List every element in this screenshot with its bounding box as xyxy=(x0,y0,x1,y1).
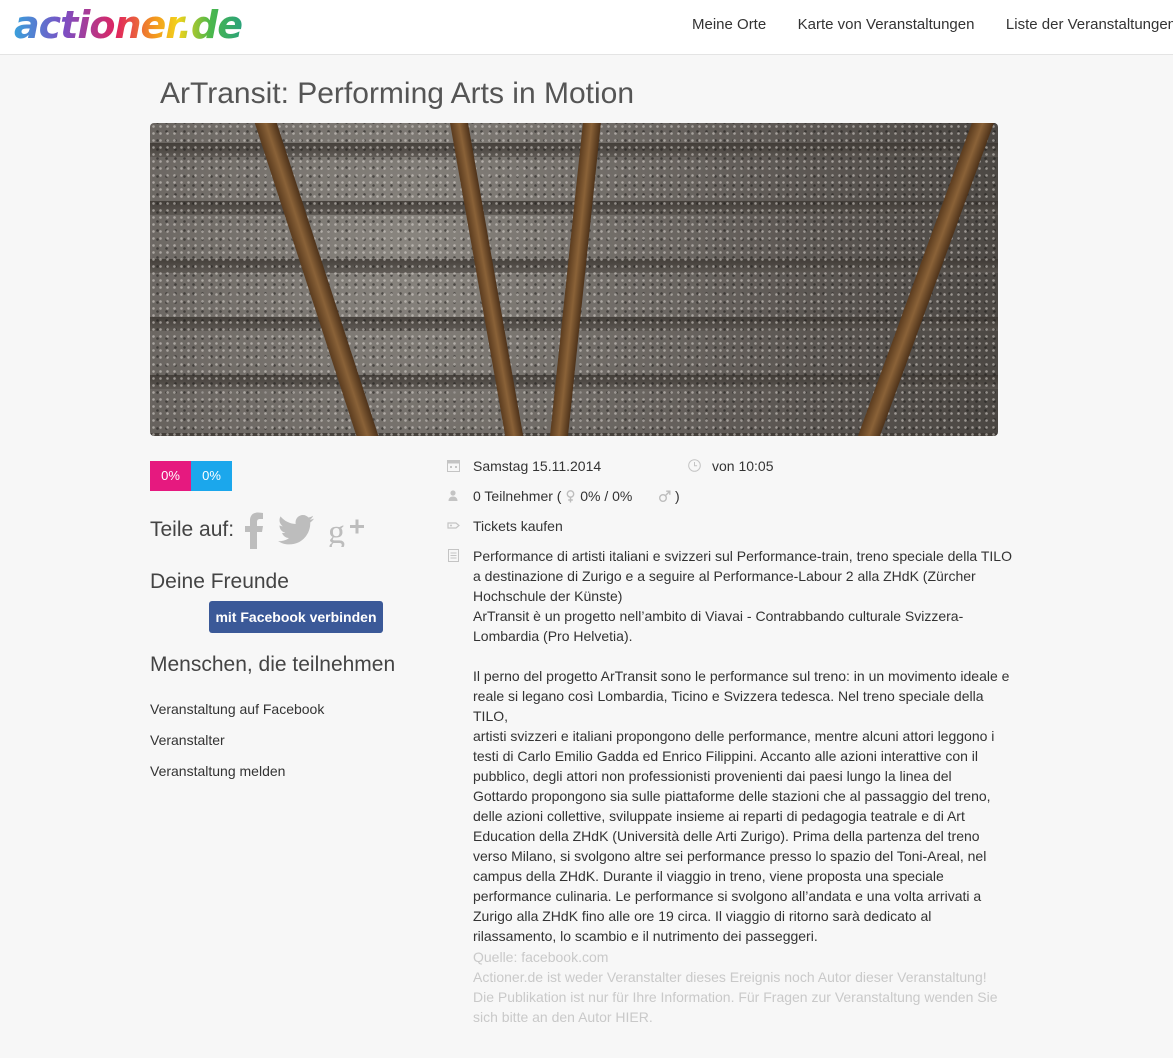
description-line: verso Milano, si svolgono altre sei perf… xyxy=(473,848,987,864)
event-time: von 10:05 xyxy=(712,458,774,474)
description-line: testi di Carlo Emilio Gadda ed Enrico Fi… xyxy=(473,748,979,764)
facebook-icon[interactable] xyxy=(244,511,264,549)
description-line: Lombardia (Pro Helvetia). xyxy=(473,628,633,644)
participants-count: 0 Teilnehmer ( xyxy=(473,488,562,504)
event-description: Performance di artisti italiani e svizze… xyxy=(473,546,1013,946)
twitter-icon[interactable] xyxy=(278,515,315,545)
female-percent-badge: 0% xyxy=(150,461,191,491)
disclaimer-line: Die Publikation ist nur für Ihre Informa… xyxy=(473,989,998,1005)
connect-facebook-button[interactable]: mit Facebook verbinden xyxy=(209,601,383,633)
source-disclaimer: Quelle: facebook.com Actioner.de ist wed… xyxy=(473,947,1013,1027)
share-label: Teile auf: xyxy=(150,518,235,541)
description-line: Education della ZHdK (Università delle A… xyxy=(473,828,980,844)
description-line: campus della ZHdK. Durante il viaggio in… xyxy=(473,868,944,884)
main-nav: Meine Orte Karte von Veranstaltungen Lis… xyxy=(692,0,1173,50)
event-banner-image xyxy=(150,123,998,436)
gender-ratio: 0% / 0% xyxy=(580,488,633,504)
description-icon xyxy=(448,549,459,562)
top-navbar: actioner.de Meine Orte Karte von Veranst… xyxy=(0,0,1173,55)
description-line: reale si legano così Lombardia, Ticino e… xyxy=(473,688,984,724)
description-line: pubblico, degli attori non professionist… xyxy=(473,768,952,784)
clock-icon xyxy=(688,459,701,472)
description-line: a destinazione di Zurigo e a seguire al … xyxy=(473,568,976,584)
participants-close: ) xyxy=(675,488,680,504)
nav-liste-der-veranstaltungen[interactable]: Liste der Veranstaltungen xyxy=(1006,0,1173,50)
description-line: rilassamento, lo scambio e il nutrimento… xyxy=(473,928,818,944)
participants-heading: Menschen, die teilnehmen xyxy=(150,653,396,676)
report-event-link[interactable]: Veranstaltung melden xyxy=(150,763,285,779)
male-icon xyxy=(659,490,671,502)
friends-heading: Deine Freunde xyxy=(150,570,289,593)
description-line: ArTransit è un progetto nell’ambito di V… xyxy=(473,608,964,624)
description-line: delle azioni collettive, sviluppate insi… xyxy=(473,808,965,824)
description-line: Il perno del progetto ArTransit sono le … xyxy=(473,668,1010,684)
disclaimer-line: sich bitte an den Autor HIER. xyxy=(473,1009,653,1025)
rail-left-1 xyxy=(248,123,394,436)
logo-text: actioner.de xyxy=(14,3,243,47)
svg-text:g: g xyxy=(328,514,345,547)
female-icon xyxy=(566,490,575,503)
rail-right-1 xyxy=(840,123,998,436)
calendar-icon xyxy=(447,460,460,472)
buy-tickets-link[interactable]: Tickets kaufen xyxy=(473,516,563,536)
event-on-facebook-link[interactable]: Veranstaltung auf Facebook xyxy=(150,701,324,717)
description-line: artisti svizzeri e italiani propongono d… xyxy=(473,728,995,744)
google-plus-icon[interactable]: g xyxy=(328,513,366,547)
description-line: performance culinaria. Le performance si… xyxy=(473,888,982,904)
source-line: Quelle: facebook.com xyxy=(473,949,609,965)
rail-center-left xyxy=(446,123,532,436)
disclaimer-line: Actioner.de ist weder Veranstalter diese… xyxy=(473,969,987,985)
gender-stats: 0% 0% xyxy=(150,461,232,491)
site-logo[interactable]: actioner.de xyxy=(14,0,243,50)
description-line: Hochschule der Künste) xyxy=(473,588,623,604)
ticket-icon xyxy=(447,522,460,529)
organizer-link[interactable]: Veranstalter xyxy=(150,732,225,748)
description-line: Gottardo propongono sia sulle piattaform… xyxy=(473,788,991,804)
participants-row: 0 Teilnehmer ( 0% / 0% ) xyxy=(473,486,680,506)
rail-center-right xyxy=(545,123,603,436)
description-line: Zurigo alla ZHdK fino alle ore 19 circa.… xyxy=(473,908,932,924)
male-percent-badge: 0% xyxy=(191,461,232,491)
description-line: Performance di artisti italiani e svizze… xyxy=(473,548,1012,564)
share-row: Teile auf: g xyxy=(150,508,380,552)
participants-icon xyxy=(448,490,458,501)
event-date: Samstag 15.11.2014 xyxy=(473,458,602,474)
nav-meine-orte[interactable]: Meine Orte xyxy=(692,0,766,50)
nav-karte-von-veranstaltungen[interactable]: Karte von Veranstaltungen xyxy=(798,0,975,50)
event-title: ArTransit: Performing Arts in Motion xyxy=(160,77,635,110)
